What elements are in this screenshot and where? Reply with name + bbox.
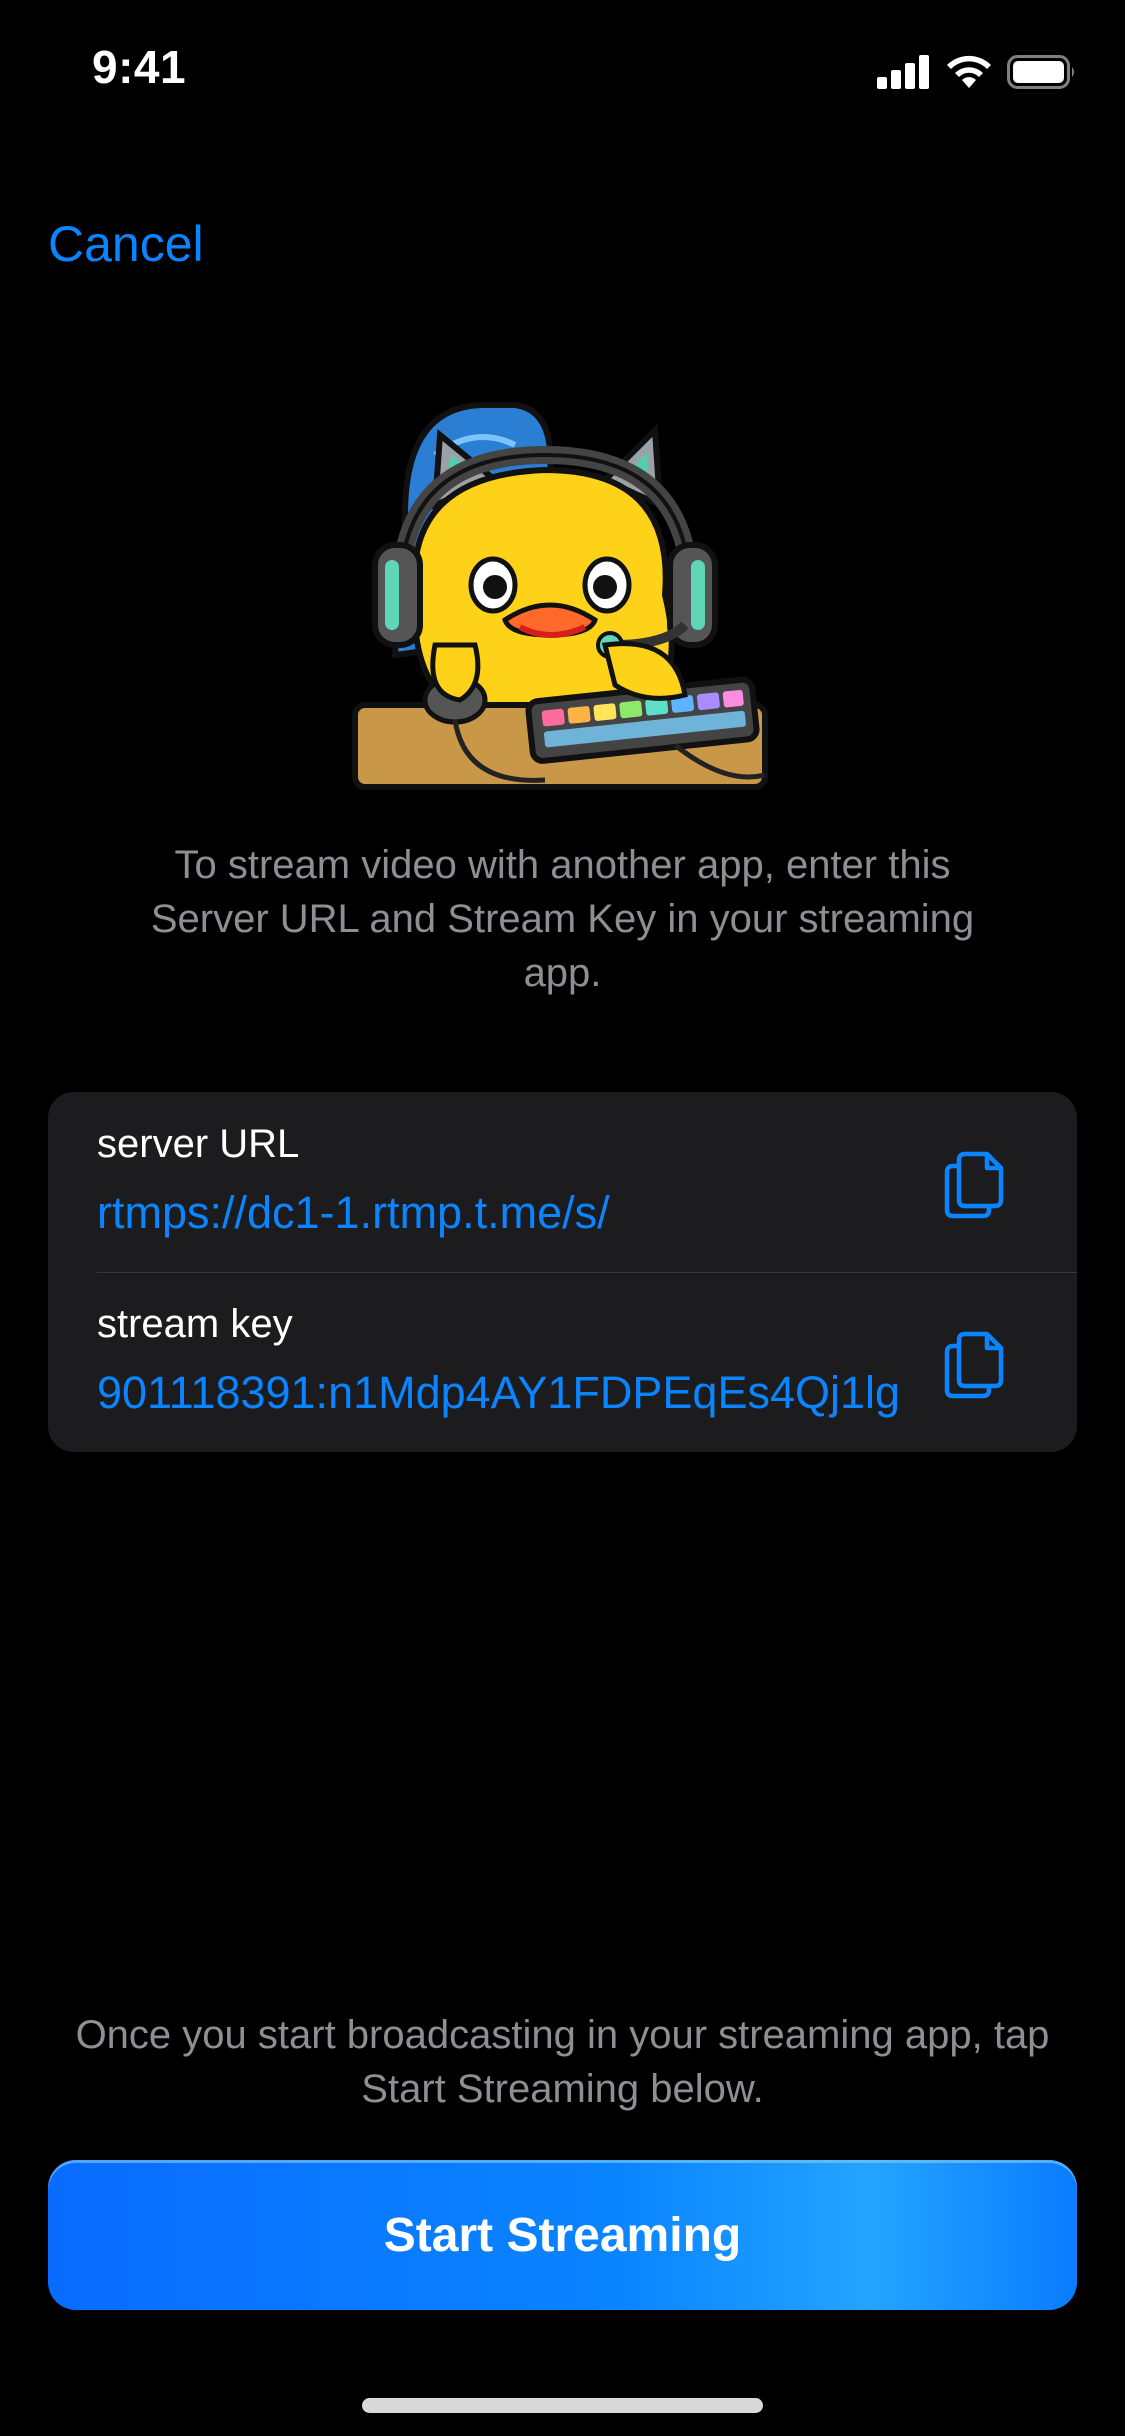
wifi-icon bbox=[945, 54, 993, 90]
copy-icon bbox=[944, 1151, 1004, 1219]
instructions-text: To stream video with another app, enter … bbox=[150, 843, 975, 995]
start-streaming-button[interactable]: Start Streaming bbox=[48, 2160, 1077, 2310]
cellular-signal-icon bbox=[877, 55, 931, 89]
copy-stream-key-button[interactable] bbox=[943, 1330, 1007, 1400]
stream-key-value[interactable]: 901118391:n1Mdp4AY1FDPEqEs4Qj1lg bbox=[97, 1367, 900, 1419]
home-indicator bbox=[362, 2398, 763, 2413]
status-icons bbox=[877, 50, 1077, 94]
server-url-value[interactable]: rtmps://dc1-1.rtmp.t.me/s/ bbox=[97, 1187, 610, 1239]
duck-streamer-illustration bbox=[345, 395, 775, 795]
cancel-button[interactable]: Cancel bbox=[48, 215, 204, 273]
copy-icon bbox=[944, 1331, 1004, 1399]
server-url-row: server URL rtmps://dc1-1.rtmp.t.me/s/ bbox=[48, 1092, 1077, 1273]
server-url-label: server URL bbox=[97, 1122, 300, 1166]
status-bar: 9:41 bbox=[0, 0, 1125, 140]
stream-key-row: stream key 901118391:n1Mdp4AY1FDPEqEs4Qj… bbox=[48, 1272, 1077, 1452]
stream-key-label: stream key bbox=[97, 1302, 293, 1346]
stream-settings-screen: 9:41 Cancel To stream video with another… bbox=[0, 0, 1125, 2436]
battery-icon bbox=[1007, 55, 1077, 89]
status-time: 9:41 bbox=[92, 41, 187, 93]
stream-credentials-card: server URL rtmps://dc1-1.rtmp.t.me/s/ st… bbox=[48, 1092, 1077, 1452]
footer-note-text: Once you start broadcasting in your stre… bbox=[75, 2013, 1050, 2111]
copy-server-url-button[interactable] bbox=[943, 1150, 1007, 1220]
